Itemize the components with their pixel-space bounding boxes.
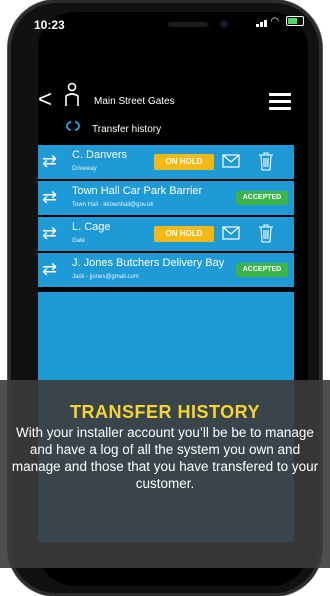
trash-icon[interactable] bbox=[258, 151, 274, 171]
item-name: L. Cage bbox=[72, 221, 111, 233]
status-icons: ◠ bbox=[255, 16, 304, 27]
swap-arrows-icon: ⇄ bbox=[42, 259, 58, 279]
back-chevron-icon[interactable]: < bbox=[38, 86, 52, 114]
wifi-icon: ◠ bbox=[270, 16, 280, 27]
site-title: Main Street Gates bbox=[94, 96, 175, 107]
menu-icon[interactable] bbox=[269, 93, 291, 114]
transfer-icon bbox=[66, 121, 80, 131]
item-sub: Gate bbox=[72, 238, 86, 244]
camera bbox=[220, 20, 228, 28]
mail-icon[interactable] bbox=[222, 226, 240, 240]
caption-title: TRANSFER HISTORY bbox=[69, 402, 260, 422]
page-subtitle: Transfer history bbox=[92, 124, 162, 135]
item-name: Town Hall Car Park Barrier bbox=[72, 185, 203, 197]
swap-arrows-icon: ⇄ bbox=[42, 187, 58, 207]
item-sub: Jack - jjones@gmail.com bbox=[72, 274, 139, 280]
battery-icon bbox=[286, 16, 304, 27]
speaker bbox=[168, 22, 208, 27]
item-sub: Town Hall - letownhall@gov.uk bbox=[72, 202, 154, 208]
swap-arrows-icon: ⇄ bbox=[42, 151, 58, 171]
list-item[interactable]: ⇄ L. Cage Gate ON HOLD bbox=[38, 217, 294, 251]
notch bbox=[130, 12, 256, 42]
list-item[interactable]: ⇄ C. Danvers Driveway ON HOLD bbox=[38, 145, 294, 179]
mail-icon[interactable] bbox=[222, 154, 240, 168]
status-badge: ACCEPTED bbox=[236, 263, 288, 277]
item-name: J. Jones Butchers Delivery Bay bbox=[72, 257, 225, 269]
transfer-list: ⇄ C. Danvers Driveway ON HOLD ⇄ Town Hal… bbox=[38, 145, 294, 289]
swap-arrows-icon: ⇄ bbox=[42, 223, 58, 243]
caption-body: With your installer account you’ll be be… bbox=[11, 425, 319, 491]
item-sub: Driveway bbox=[72, 166, 97, 172]
item-name: C. Danvers bbox=[72, 149, 128, 161]
list-item[interactable]: ⇄ Town Hall Car Park Barrier Town Hall -… bbox=[38, 181, 294, 215]
status-badge: ACCEPTED bbox=[236, 191, 288, 205]
status-badge: ON HOLD bbox=[154, 226, 214, 242]
status-badge: ON HOLD bbox=[154, 154, 214, 170]
trash-icon[interactable] bbox=[258, 223, 274, 243]
status-time: 10:23 bbox=[34, 18, 65, 32]
list-item[interactable]: ⇄ J. Jones Butchers Delivery Bay Jack - … bbox=[38, 253, 294, 287]
user-icon bbox=[65, 82, 79, 106]
